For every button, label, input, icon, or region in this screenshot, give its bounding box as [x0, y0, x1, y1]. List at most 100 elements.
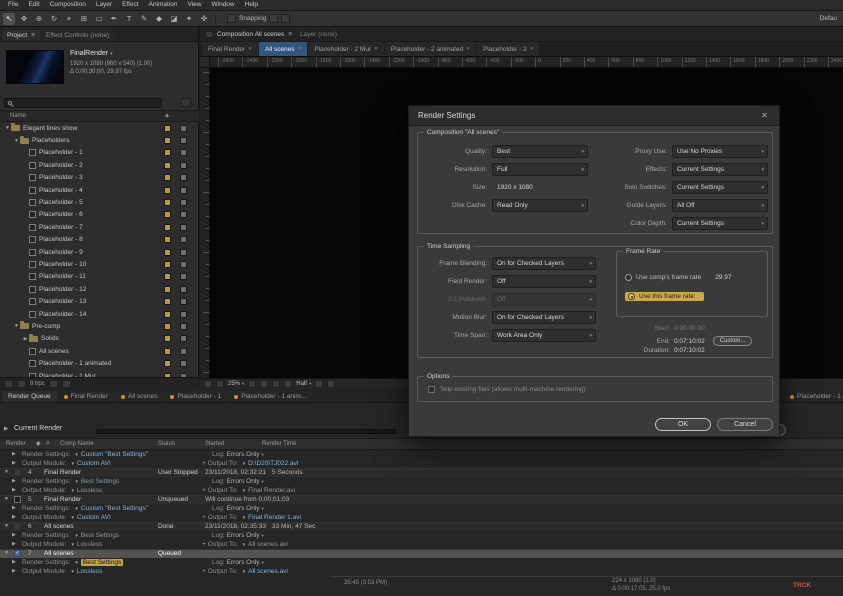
project-flowchart-icon[interactable] [181, 98, 191, 107]
time-span-select[interactable]: Work Area Only ▾ [492, 329, 596, 342]
render-settings-template-link[interactable]: Custom "Best Settings" [81, 505, 148, 512]
label-color-chip[interactable] [164, 199, 171, 207]
add-output-icon[interactable]: + [202, 541, 206, 548]
comp-family-icon[interactable] [216, 380, 224, 388]
vertical-ruler[interactable] [200, 68, 210, 378]
tree-item[interactable]: Placeholder - 2 [0, 159, 199, 171]
dropdown-caret-icon[interactable]: ▾ [262, 479, 264, 484]
twirl-icon[interactable]: ▶ [22, 336, 29, 342]
close-icon[interactable]: ✕ [759, 111, 770, 120]
twirl-icon[interactable]: ▼ [4, 125, 11, 131]
queue-tab-placeholder-1-anim[interactable]: Placeholder - 1 anim... [228, 391, 313, 402]
tree-item[interactable]: Placeholder - 8 [0, 234, 199, 246]
transparency-grid-icon[interactable] [327, 380, 336, 388]
queue-tab-placeholder-1-a[interactable]: Placeholder - 1 a... [784, 391, 843, 402]
label-color-chip[interactable] [164, 335, 171, 343]
dialog-titlebar[interactable]: Render Settings ✕ [409, 106, 779, 126]
search-input[interactable] [4, 98, 162, 108]
selection-tool-icon[interactable]: ↖ [3, 12, 15, 25]
pen-tool-icon[interactable]: ✒ [108, 13, 120, 25]
label-color-chip[interactable] [164, 298, 171, 306]
twirl-icon[interactable]: ▶ [12, 504, 16, 513]
twirl-icon[interactable]: ▶ [12, 558, 16, 567]
dropdown-caret-icon[interactable]: ▼ [70, 569, 74, 574]
region-of-interest-icon[interactable] [315, 380, 324, 388]
twirl-icon[interactable]: ▶ [12, 531, 16, 540]
comp-tab-placeholder-2-animated[interactable]: Placeholder - 2 animated ✕ [384, 42, 476, 56]
add-output-icon[interactable]: + [202, 514, 206, 521]
snapping-control[interactable]: Snapping [227, 14, 291, 23]
resolution-select[interactable]: Full ▾ [492, 163, 588, 176]
puppet-pin-tool-icon[interactable]: ✜ [198, 13, 210, 25]
tab-project[interactable]: Project ≡ [2, 30, 41, 41]
use-this-frame-rate-highlight[interactable]: Use this frame rate: [625, 292, 704, 301]
log-value[interactable]: Errors Only [227, 451, 260, 458]
channels-icon[interactable] [284, 380, 293, 388]
use-this-frame-rate-radio[interactable] [628, 293, 635, 300]
tab-close-icon[interactable]: ✕ [298, 46, 302, 52]
tree-item[interactable]: ▼ Placeholders [0, 134, 199, 146]
label-color-chip[interactable] [164, 260, 171, 268]
solo-switches-select[interactable]: Current Settings ▾ [672, 181, 768, 194]
dropdown-caret-icon[interactable]: ▼ [74, 560, 78, 565]
tree-item[interactable]: ▶ Solids [0, 333, 199, 345]
snap-option-2-icon[interactable] [281, 14, 291, 23]
log-value[interactable]: Errors Only [227, 505, 260, 512]
twirl-icon[interactable]: ▼ [4, 495, 9, 504]
new-composition-icon[interactable] [48, 379, 58, 388]
label-color-chip[interactable] [164, 248, 171, 256]
comp-tab-placeholder-2-mur[interactable]: Placeholder - 2 Mur ✕ [308, 42, 384, 56]
hand-tool-icon[interactable]: ✥ [18, 13, 30, 25]
zoom-level-select[interactable]: 25% ▾ [228, 381, 244, 387]
tab-close-icon[interactable]: ✕ [466, 46, 470, 52]
menu-item-animation[interactable]: Animation [144, 0, 183, 10]
quality-select[interactable]: Best ▾ [492, 145, 588, 158]
twirl-icon[interactable]: ▶ [12, 459, 16, 468]
label-color-chip[interactable] [164, 161, 171, 169]
dropdown-caret-icon[interactable]: ▼ [70, 542, 74, 547]
log-value[interactable]: Errors Only [227, 559, 260, 566]
project-bit-depth[interactable]: 8 bpc [30, 381, 45, 387]
label-color-chip[interactable] [164, 223, 171, 231]
queue-item-row[interactable]: ▼ 5 Final Render Unqueued Will continue from… [0, 495, 843, 504]
panel-menu-icon[interactable]: ≡ [288, 31, 292, 38]
twirl-icon[interactable]: ▶ [12, 450, 16, 459]
comp-tab-placeholder-2[interactable]: Placeholder - 2 ✕ [476, 42, 540, 56]
tab-close-icon[interactable]: ✕ [248, 46, 252, 52]
menu-item-effect[interactable]: Effect [117, 0, 144, 10]
tree-item[interactable]: Placeholder - 3 [0, 172, 199, 184]
clone-stamp-tool-icon[interactable]: ◆ [153, 13, 165, 25]
dropdown-caret-icon[interactable]: ▾ [262, 452, 264, 457]
label-color-chip[interactable] [164, 273, 171, 281]
color-depth-select[interactable]: Current Settings ▾ [672, 217, 768, 230]
always-preview-icon[interactable] [204, 380, 212, 388]
dropdown-caret-icon[interactable]: ▼ [74, 533, 78, 538]
queue-item-row[interactable]: ▼ ✓ 7 All scenes Queued [0, 549, 843, 558]
tree-item[interactable]: Placeholder - 6 [0, 209, 199, 221]
twirl-icon[interactable]: ▼ [13, 323, 20, 329]
dropdown-caret-icon[interactable]: ▼ [70, 461, 74, 466]
twirl-icon[interactable]: ▼ [4, 468, 9, 477]
queue-tab-placeholder-1[interactable]: Placeholder - 1 [164, 391, 228, 402]
label-column-icon[interactable]: ◆ [165, 111, 169, 122]
tab-layer-viewer[interactable]: Layer (none) [300, 31, 337, 38]
tree-item[interactable]: Placeholder - 1 animated [0, 357, 199, 369]
tree-item[interactable]: Placeholder - 5 [0, 196, 199, 208]
twirl-icon[interactable]: ▶ [12, 540, 16, 549]
queue-item-checkbox[interactable] [14, 496, 21, 503]
roto-brush-tool-icon[interactable]: ✦ [183, 13, 195, 25]
twirl-icon[interactable]: ▶ [12, 486, 16, 495]
label-color-chip[interactable] [164, 211, 171, 219]
use-comp-frame-rate-option[interactable]: Use comp's frame rate 29.97 [625, 274, 731, 281]
dropdown-caret-icon[interactable]: ▾ [262, 533, 264, 538]
use-comp-frame-rate-radio[interactable] [625, 274, 632, 281]
add-output-icon[interactable]: + [202, 487, 206, 494]
snap-option-1-icon[interactable] [269, 14, 279, 23]
twirl-icon[interactable]: ▼ [4, 549, 9, 558]
comp-tab-final-render[interactable]: Final Render ✕ [202, 42, 258, 56]
ruler-corner[interactable] [200, 57, 210, 68]
tree-item[interactable]: ▼ Elegant lines show [0, 122, 199, 134]
mask-visibility-icon[interactable] [260, 380, 269, 388]
tab-effect-controls[interactable]: Effect Controls (none) [41, 30, 115, 41]
tab-close-icon[interactable]: ✕ [530, 46, 534, 52]
